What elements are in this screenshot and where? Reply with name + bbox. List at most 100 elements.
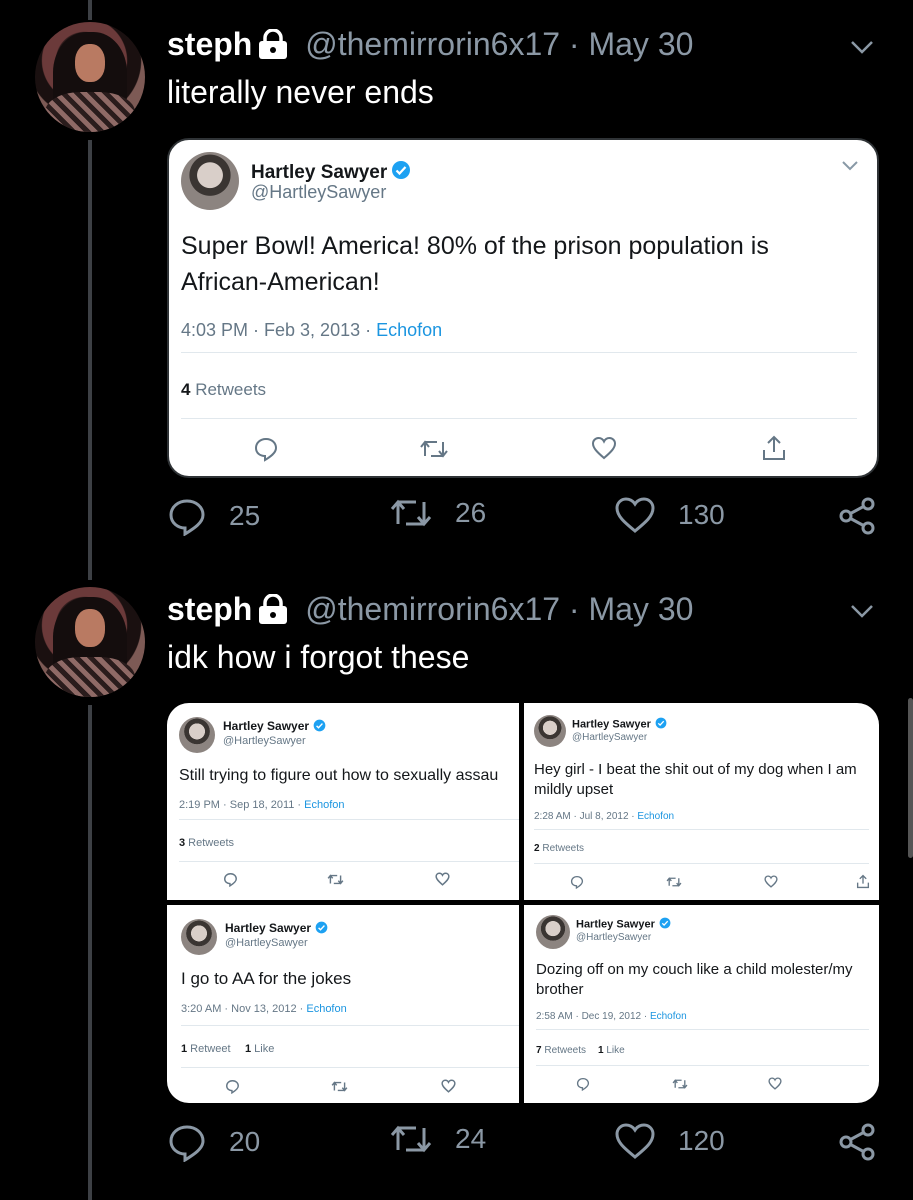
embed-avatar — [181, 919, 217, 955]
embed-tweet-text-line: Dozing off on my couch like a child mole… — [536, 961, 853, 978]
screenshot-panel[interactable]: Hartley Sawyer @HartleySawyer Dozing off… — [524, 905, 879, 1103]
share-icon[interactable] — [761, 434, 787, 462]
separator: · — [568, 591, 580, 627]
screenshot-panel[interactable]: Hartley Sawyer @HartleySawyer Still tryi… — [167, 703, 519, 900]
chevron-down-icon[interactable] — [849, 598, 875, 624]
like-icon — [615, 1123, 655, 1159]
embed-source-link: Echofon — [637, 811, 675, 822]
divider — [534, 829, 869, 830]
media-grid[interactable]: Hartley Sawyer @HartleySawyer Still tryi… — [167, 703, 879, 1103]
thread-line — [88, 140, 92, 580]
tweet-actions: 25 26 130 — [167, 496, 879, 546]
retweet-count: 26 — [455, 497, 487, 528]
tweet-date[interactable]: May 30 — [588, 591, 693, 627]
embed-avatar — [534, 715, 566, 747]
retweet-icon — [390, 499, 432, 527]
reply-count: 25 — [229, 500, 261, 531]
share-icon — [839, 1123, 875, 1161]
embed-source-link: Echofon — [306, 1003, 347, 1015]
tweet-date[interactable]: May 30 — [588, 26, 693, 62]
screenshot-panel[interactable]: Hartley Sawyer @HartleySawyer I go to AA… — [167, 905, 519, 1103]
author-handle[interactable]: @themirrorin6x17 — [305, 26, 560, 62]
screenshot-panel[interactable]: Hartley Sawyer @HartleySawyer Hey girl -… — [524, 703, 879, 900]
embed-tweet-text-line: African-American! — [181, 268, 380, 296]
reply-icon — [224, 873, 237, 887]
embed-tweet-text-line: I go to AA for the jokes — [181, 969, 352, 988]
chevron-down-icon[interactable] — [849, 34, 875, 60]
embed-timestamp: 2:19 PM · Sep 18, 2011 · Echofon — [179, 799, 345, 811]
reply-button[interactable]: 20 — [167, 1122, 260, 1162]
tweet-actions: 20 24 120 — [167, 1122, 879, 1172]
separator: · — [568, 26, 580, 62]
like-icon — [441, 1079, 456, 1093]
embed-tweet-text-line: Super Bowl! America! 80% of the prison p… — [181, 232, 769, 260]
embed-author-handle: @HartleySawyer — [572, 732, 648, 743]
embed-source-link[interactable]: Echofon — [376, 320, 442, 340]
embed-author-name: Hartley Sawyer — [576, 917, 671, 932]
scrollbar[interactable] — [908, 698, 913, 858]
embed-avatar[interactable] — [181, 152, 239, 210]
lock-icon — [256, 593, 290, 632]
retweet-icon — [390, 1125, 432, 1153]
reply-button[interactable]: 25 — [167, 496, 260, 536]
reply-icon — [169, 499, 205, 536]
author-name[interactable]: steph — [167, 26, 252, 62]
embed-avatar — [179, 717, 215, 753]
tweet-text: literally never ends — [167, 74, 434, 110]
share-button[interactable] — [837, 496, 899, 536]
embed-author-name: Hartley Sawyer — [223, 719, 326, 735]
divider — [179, 819, 519, 820]
divider — [181, 418, 857, 419]
retweet-icon — [672, 1079, 688, 1089]
chevron-down-icon[interactable] — [841, 158, 859, 172]
divider — [181, 352, 857, 353]
embed-author-handle[interactable]: @HartleySawyer — [251, 182, 386, 203]
thread-line-top — [88, 0, 92, 20]
author-handle[interactable]: @themirrorin6x17 — [305, 591, 560, 627]
embed-tweet-text-line: brother — [536, 981, 584, 998]
like-count: 120 — [678, 1125, 725, 1156]
verified-icon — [659, 917, 671, 932]
like-icon — [615, 497, 655, 533]
retweet-icon — [327, 874, 344, 885]
share-button[interactable] — [837, 1122, 899, 1162]
embed-author-handle: @HartleySawyer — [225, 937, 308, 949]
embed-timestamp: 2:58 AM · Dec 19, 2012 · Echofon — [536, 1011, 687, 1022]
tweet-header: steph @themirrorin6x17 · May 30 — [167, 26, 693, 67]
retweet-count: 24 — [455, 1123, 487, 1154]
embed-timestamp: 4:03 PM · Feb 3, 2013 · Echofon — [181, 320, 443, 340]
embed-tweet-text-line: mildly upset — [534, 781, 614, 798]
reply-count: 20 — [229, 1126, 261, 1157]
avatar[interactable] — [35, 587, 145, 697]
like-button[interactable]: 120 — [614, 1122, 725, 1160]
embed-retweet-count: 7 Retweets — [536, 1045, 587, 1056]
like-icon[interactable] — [591, 436, 617, 460]
like-count: 130 — [678, 499, 725, 530]
tweet-header: steph @themirrorin6x17 · May 30 — [167, 591, 693, 632]
retweet-icon[interactable] — [419, 438, 449, 460]
verified-icon — [315, 921, 328, 937]
lock-icon — [256, 28, 290, 67]
like-button[interactable]: 130 — [614, 496, 725, 534]
divider — [536, 1065, 869, 1066]
embed-retweet-count: 3 Retweets — [179, 837, 235, 849]
avatar[interactable] — [35, 22, 145, 132]
like-icon — [768, 1077, 782, 1090]
retweet-button[interactable]: 24 — [389, 1122, 486, 1156]
embed-source-link: Echofon — [304, 799, 345, 811]
like-icon — [764, 875, 778, 888]
retweet-button[interactable]: 26 — [389, 496, 486, 530]
reply-icon — [169, 1125, 205, 1162]
embed-retweet-count[interactable]: 4 Retweets — [181, 380, 266, 400]
embed-source-link: Echofon — [649, 1011, 687, 1022]
embed-author-handle: @HartleySawyer — [223, 735, 306, 747]
embed-avatar — [536, 915, 570, 949]
embed-tweet-text-line: Hey girl - I beat the shit out of my dog… — [534, 761, 857, 778]
author-name[interactable]: steph — [167, 591, 252, 627]
share-icon — [856, 874, 870, 889]
divider — [534, 863, 869, 864]
embed-timestamp: 3:20 AM · Nov 13, 2012 · Echofon — [181, 1003, 347, 1015]
reply-icon[interactable] — [253, 436, 279, 462]
quoted-tweet-card[interactable]: Hartley Sawyer @HartleySawyer Super Bowl… — [167, 138, 879, 478]
embed-retweet-count: 1 Retweet — [181, 1043, 231, 1055]
